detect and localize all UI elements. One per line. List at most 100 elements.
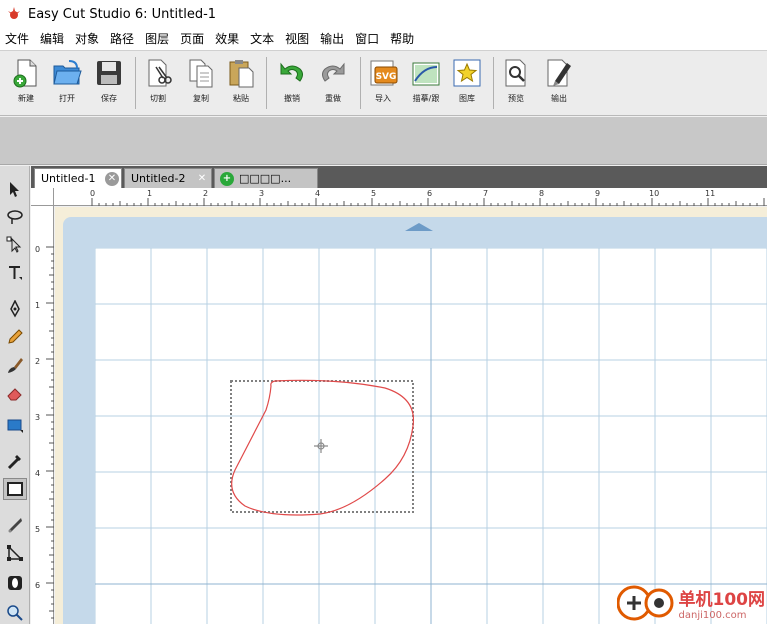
knife-icon <box>8 518 22 533</box>
fill-stroke-tool[interactable] <box>3 478 27 500</box>
freeform-shape[interactable] <box>231 379 415 516</box>
pencil-icon <box>8 329 23 344</box>
polygon-nodes-icon <box>7 545 23 561</box>
undo-label: 撤销 <box>284 94 300 103</box>
rectangle-tool[interactable] <box>3 414 27 436</box>
cutter-output-icon <box>547 59 571 87</box>
menu-window[interactable]: 窗口 <box>350 28 385 50</box>
ruler-number: 3 <box>259 189 265 198</box>
menu-file[interactable]: 文件 <box>0 28 35 50</box>
tab-label: Untitled-2 <box>131 172 186 185</box>
ruler-number: 3 <box>35 413 41 422</box>
ruler-number: 4 <box>315 189 321 198</box>
zoom-tool[interactable] <box>3 602 27 624</box>
open-button[interactable]: 打开 <box>47 57 87 111</box>
knife-tool[interactable] <box>3 514 27 536</box>
tab-new-document[interactable]: + □□□□... <box>214 168 318 188</box>
paste-label: 粘贴 <box>233 94 249 103</box>
arrow-pointer-icon <box>10 182 19 197</box>
ruler-number: 1 <box>147 189 153 198</box>
trace-button[interactable]: 描摹/跟 <box>406 57 446 111</box>
ruler-number: 4 <box>35 469 41 478</box>
ruler-number: 2 <box>203 189 209 198</box>
cut-button[interactable]: 切割 <box>138 57 178 111</box>
watermark: 单机100网 danji100.com <box>616 584 766 622</box>
polygon-tool[interactable] <box>3 542 27 564</box>
ruler-number: 5 <box>371 189 377 198</box>
undo-arrow-icon <box>280 62 303 82</box>
watermark-name: 单机100网 <box>678 590 766 610</box>
ruler-number: 0 <box>35 245 41 254</box>
menu-edit[interactable]: 编辑 <box>35 28 70 50</box>
weld-tool[interactable] <box>3 572 27 594</box>
design-canvas[interactable]: 单机100网 danji100.com <box>55 207 767 624</box>
property-bar <box>0 117 767 165</box>
lasso-icon <box>7 210 23 224</box>
eraser-tool[interactable] <box>3 382 27 404</box>
node-arrow-icon <box>6 236 22 253</box>
toolbar-separator <box>266 57 267 109</box>
ruler-number: 6 <box>427 189 433 198</box>
text-tool[interactable] <box>3 262 27 284</box>
eraser-icon <box>7 388 22 401</box>
copy-icon <box>189 59 213 88</box>
ruler-number: 0 <box>90 189 96 198</box>
redo-button[interactable]: 重做 <box>313 57 353 111</box>
tab-untitled-1[interactable]: Untitled-1 ✕ <box>34 168 122 188</box>
library-button[interactable]: 图库 <box>447 57 487 111</box>
import-button[interactable]: SVG 导入 <box>363 57 403 111</box>
close-icon[interactable]: ✕ <box>195 172 209 186</box>
weld-shape-icon <box>8 576 22 590</box>
fill-stroke-icon <box>7 482 23 496</box>
redo-arrow-icon <box>322 62 345 82</box>
vertical-ruler: 0 1 2 3 4 5 6 <box>31 206 54 624</box>
tools-panel <box>0 166 30 624</box>
output-button[interactable]: 输出 <box>539 57 579 111</box>
menu-help[interactable]: 帮助 <box>385 28 420 50</box>
menu-text[interactable]: 文本 <box>245 28 280 50</box>
eyedropper-tool[interactable] <box>3 450 27 472</box>
open-folder-icon <box>53 60 82 85</box>
window-title: Easy Cut Studio 6: Untitled-1 <box>28 6 217 22</box>
preview-button[interactable]: 预览 <box>496 57 536 111</box>
ruler-number: 1 <box>35 301 41 310</box>
preview-label: 预览 <box>508 94 524 103</box>
toolbar-separator <box>135 57 136 109</box>
menu-output[interactable]: 输出 <box>315 28 350 50</box>
tab-label: Untitled-1 <box>41 172 96 185</box>
rectangle-shape-icon <box>7 419 23 433</box>
menu-page[interactable]: 页面 <box>175 28 210 50</box>
magnifier-preview-icon <box>505 59 526 87</box>
pencil-tool[interactable] <box>3 326 27 348</box>
tab-untitled-2[interactable]: Untitled-2 ✕ <box>124 168 212 188</box>
copy-button[interactable]: 复制 <box>181 57 221 111</box>
eyedropper-icon <box>7 455 21 470</box>
import-label: 导入 <box>375 94 391 103</box>
mat-direction-arrow[interactable] <box>405 223 433 231</box>
lasso-tool[interactable] <box>3 206 27 228</box>
close-icon[interactable]: ✕ <box>105 172 119 186</box>
toolbar-separator <box>493 57 494 109</box>
menu-path[interactable]: 路径 <box>105 28 140 50</box>
select-tool[interactable] <box>3 178 27 200</box>
star-library-icon <box>453 59 481 87</box>
undo-button[interactable]: 撤销 <box>272 57 312 111</box>
app-icon <box>8 7 20 19</box>
shape-layer <box>230 379 415 516</box>
save-disk-icon <box>97 61 121 85</box>
brush-tool[interactable] <box>3 354 27 376</box>
pen-tool[interactable] <box>3 298 27 320</box>
menu-effect[interactable]: 效果 <box>210 28 245 50</box>
save-button[interactable]: 保存 <box>89 57 129 111</box>
save-label: 保存 <box>101 94 117 103</box>
ruler-corner <box>31 188 54 206</box>
library-label: 图库 <box>459 94 475 103</box>
menu-layer[interactable]: 图层 <box>140 28 175 50</box>
ruler-number: 11 <box>705 189 716 198</box>
menu-object[interactable]: 对象 <box>70 28 105 50</box>
node-edit-tool[interactable] <box>3 234 27 256</box>
new-button[interactable]: 新建 <box>6 57 46 111</box>
paste-button[interactable]: 粘贴 <box>221 57 261 111</box>
menu-view[interactable]: 视图 <box>280 28 315 50</box>
tab-label: □□□□... <box>239 172 292 185</box>
